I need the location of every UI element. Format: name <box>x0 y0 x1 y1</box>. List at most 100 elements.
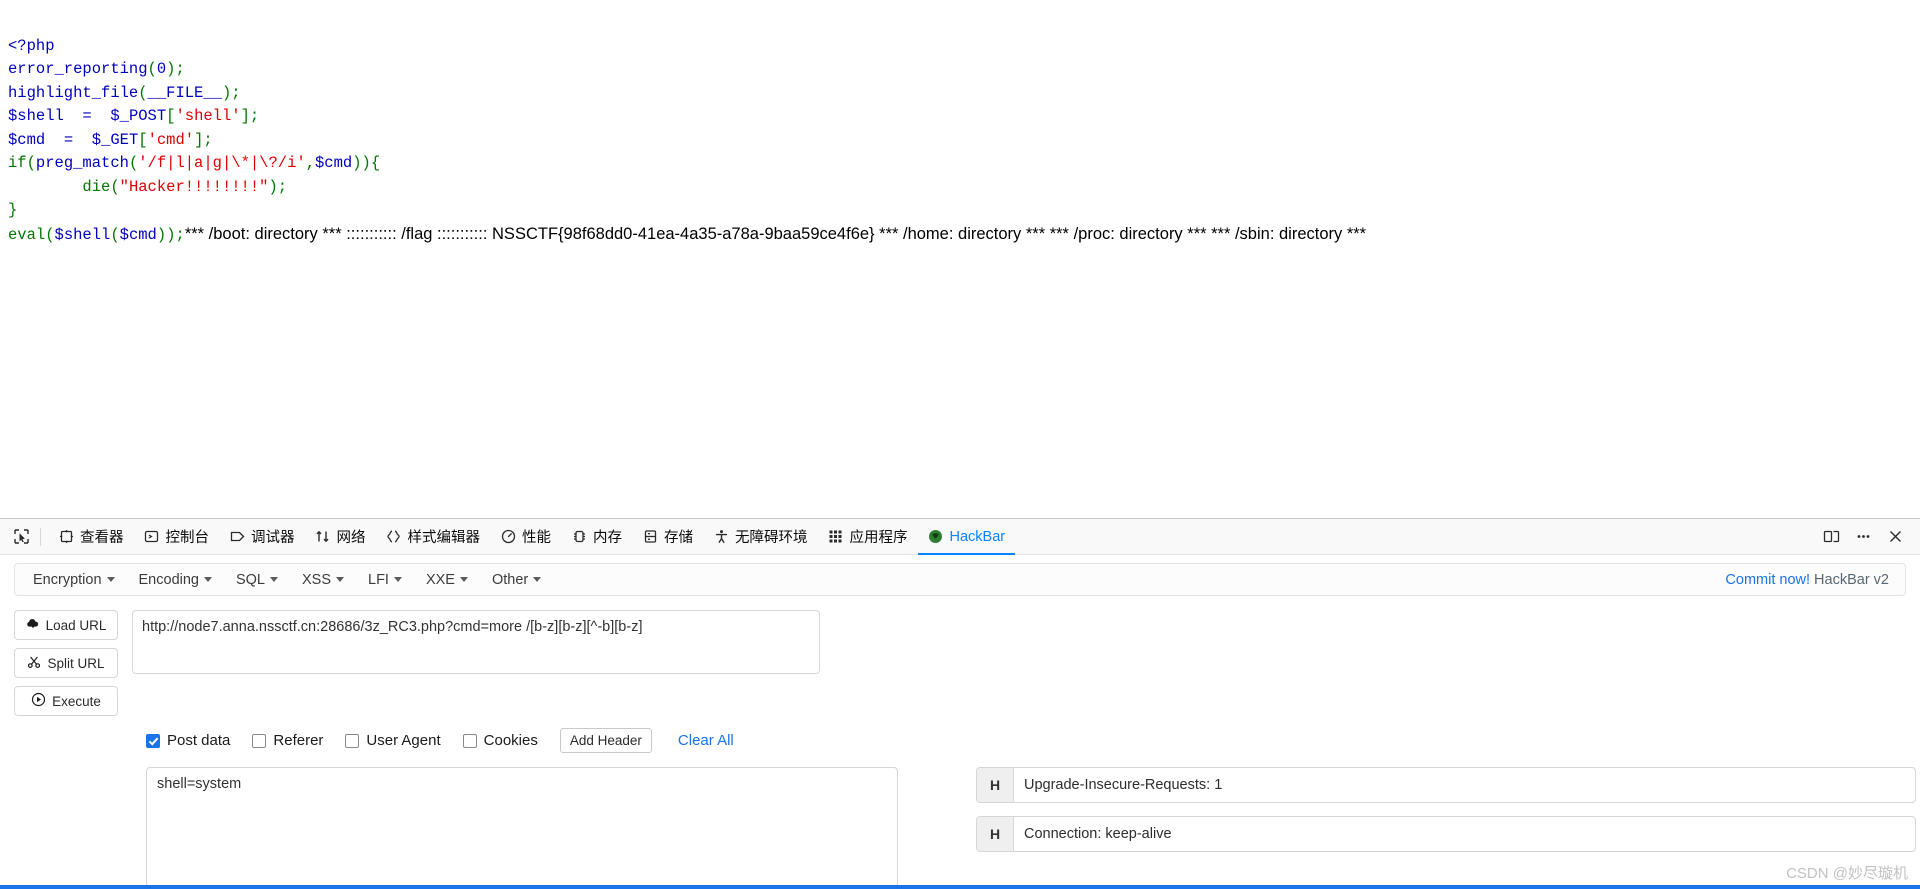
tab-storage-label: 存储 <box>664 530 693 546</box>
dock-layout-icon[interactable] <box>1822 528 1840 546</box>
tab-accessibility[interactable]: 无障碍环境 <box>703 519 818 555</box>
debugger-icon <box>229 529 245 545</box>
tab-memory[interactable]: 内存 <box>561 519 632 555</box>
code-line-1: <?php <box>8 36 55 55</box>
bottom-scrollbar[interactable] <box>0 885 1920 889</box>
console-icon <box>144 529 160 545</box>
header-value[interactable]: Upgrade-Insecure-Requests: 1 <box>1014 768 1915 802</box>
chevron-down-icon <box>270 577 278 582</box>
menu-encryption[interactable]: Encryption <box>21 568 127 592</box>
code-line-5: $cmd = $_GET['cmd']; <box>8 130 213 149</box>
header-row[interactable]: H Connection: keep-alive <box>976 816 1916 852</box>
close-icon[interactable] <box>1886 528 1904 546</box>
code-line-3: highlight_file(__FILE__); <box>8 83 241 102</box>
devtools-tab-list: 查看器 控制台 调试器 网络 样式编辑器 性能 内存 存储 无障碍环境 应用程序… <box>48 519 1822 555</box>
commit-area: Commit now! HackBar v2 <box>1725 572 1899 588</box>
code-line-8: } <box>8 201 18 219</box>
tab-application[interactable]: 应用程序 <box>818 519 918 555</box>
command-output-text: *** /boot: directory *** ::::::::::: /fl… <box>184 224 1367 243</box>
menu-other[interactable]: Other <box>480 568 553 592</box>
style-editor-icon <box>386 529 402 545</box>
option-user-agent[interactable]: User Agent <box>345 732 441 749</box>
tab-style-editor-label: 样式编辑器 <box>407 530 481 546</box>
code-line-2: error_reporting(0); <box>8 60 185 78</box>
load-url-button[interactable]: Load URL <box>14 610 118 640</box>
devtools-toolbar: 查看器 控制台 调试器 网络 样式编辑器 性能 内存 存储 无障碍环境 应用程序… <box>0 519 1920 555</box>
menu-sql[interactable]: SQL <box>224 568 290 592</box>
tab-inspector-label: 查看器 <box>80 530 124 546</box>
tab-hackbar[interactable]: HackBar <box>917 519 1016 555</box>
hackbar-version-label: HackBar v2 <box>1814 571 1889 588</box>
code-line-7: die("Hacker!!!!!!!!"); <box>82 177 288 196</box>
headers-list: H Upgrade-Insecure-Requests: 1 H Connect… <box>976 767 1916 887</box>
menu-lfi-label: LFI <box>368 571 389 588</box>
user-agent-checkbox[interactable] <box>345 733 360 748</box>
hackbar-request-row: Load URL Split URL Execute http://node7.… <box>0 596 1920 716</box>
menu-encoding[interactable]: Encoding <box>127 568 224 592</box>
tab-performance-label: 性能 <box>522 530 551 546</box>
menu-sql-label: SQL <box>235 571 265 588</box>
php-source-output: <?php error_reporting(0); highlight_file(_… <box>0 0 1920 518</box>
post-data-checkbox[interactable] <box>146 733 160 748</box>
hackbar-panel: Encryption Encoding SQL XSS LFI XXE Othe… <box>0 555 1920 889</box>
tab-storage[interactable]: 存储 <box>632 519 703 555</box>
referer-label: Referer <box>273 732 324 749</box>
menu-xss[interactable]: XSS <box>290 568 356 592</box>
tab-console-label: 控制台 <box>165 530 210 546</box>
tab-inspector[interactable]: 查看器 <box>48 519 134 555</box>
url-input[interactable] <box>132 610 820 674</box>
code-line-6: if(preg_match('/f|l|a|g|\*|\?/i',$cmd)){ <box>8 154 381 172</box>
storage-icon <box>642 529 658 545</box>
menu-lfi[interactable]: LFI <box>356 568 414 592</box>
hackbar-icon <box>928 529 944 545</box>
execute-button[interactable]: Execute <box>14 686 118 716</box>
chevron-down-icon <box>336 577 345 582</box>
referer-checkbox[interactable] <box>252 733 267 748</box>
header-row[interactable]: H Upgrade-Insecure-Requests: 1 <box>976 767 1916 803</box>
option-cookies[interactable]: Cookies <box>462 732 538 749</box>
url-field-wrapper <box>132 610 820 716</box>
cookies-checkbox[interactable] <box>462 733 477 748</box>
commit-now-link[interactable]: Commit now! <box>1725 572 1810 588</box>
devtools-panel: 查看器 控制台 调试器 网络 样式编辑器 性能 内存 存储 无障碍环境 应用程序… <box>0 518 1920 889</box>
accessibility-icon <box>713 529 729 545</box>
user-agent-label: User Agent <box>366 732 441 749</box>
tab-debugger[interactable]: 调试器 <box>219 519 305 555</box>
more-options-icon[interactable] <box>1854 528 1872 546</box>
scissors-icon <box>27 655 41 672</box>
option-post-data[interactable]: Post data <box>146 732 230 749</box>
header-value[interactable]: Connection: keep-alive <box>1014 817 1915 851</box>
tab-style-editor[interactable]: 样式编辑器 <box>376 519 491 555</box>
tab-network[interactable]: 网络 <box>305 519 376 555</box>
chevron-down-icon <box>393 577 402 582</box>
post-data-label: Post data <box>167 732 231 749</box>
code-line-4: $shell = $_POST['shell']; <box>8 107 260 125</box>
menu-xxe[interactable]: XXE <box>414 568 480 592</box>
option-referer[interactable]: Referer <box>252 732 323 749</box>
tab-debugger-label: 调试器 <box>251 530 295 546</box>
play-icon <box>31 692 46 710</box>
add-header-button[interactable]: Add Header <box>559 728 652 753</box>
header-tag: H <box>977 768 1014 802</box>
post-data-input[interactable] <box>146 767 898 887</box>
performance-icon <box>500 529 516 545</box>
menu-xxe-label: XXE <box>425 571 455 588</box>
header-tag: H <box>977 817 1014 851</box>
devtools-toolbar-actions <box>1822 528 1914 546</box>
menu-encryption-label: Encryption <box>33 571 102 588</box>
tab-performance[interactable]: 性能 <box>490 519 561 555</box>
element-picker-icon[interactable] <box>6 523 36 551</box>
hackbar-bottom-row: H Upgrade-Insecure-Requests: 1 H Connect… <box>0 753 1920 887</box>
split-url-button[interactable]: Split URL <box>14 648 118 678</box>
split-url-label: Split URL <box>47 655 105 671</box>
toolbar-divider <box>40 527 41 546</box>
application-icon <box>828 529 844 545</box>
code-line-9: eval($shell($cmd));*** /boot: directory … <box>8 224 1367 244</box>
tab-application-label: 应用程序 <box>849 530 908 546</box>
network-icon <box>315 529 331 545</box>
tab-hackbar-label: HackBar <box>949 528 1006 545</box>
hackbar-menubar: Encryption Encoding SQL XSS LFI XXE Othe… <box>14 563 1906 596</box>
tab-console[interactable]: 控制台 <box>134 519 220 555</box>
clear-all-link[interactable]: Clear All <box>678 732 734 749</box>
tab-accessibility-label: 无障碍环境 <box>735 530 808 546</box>
